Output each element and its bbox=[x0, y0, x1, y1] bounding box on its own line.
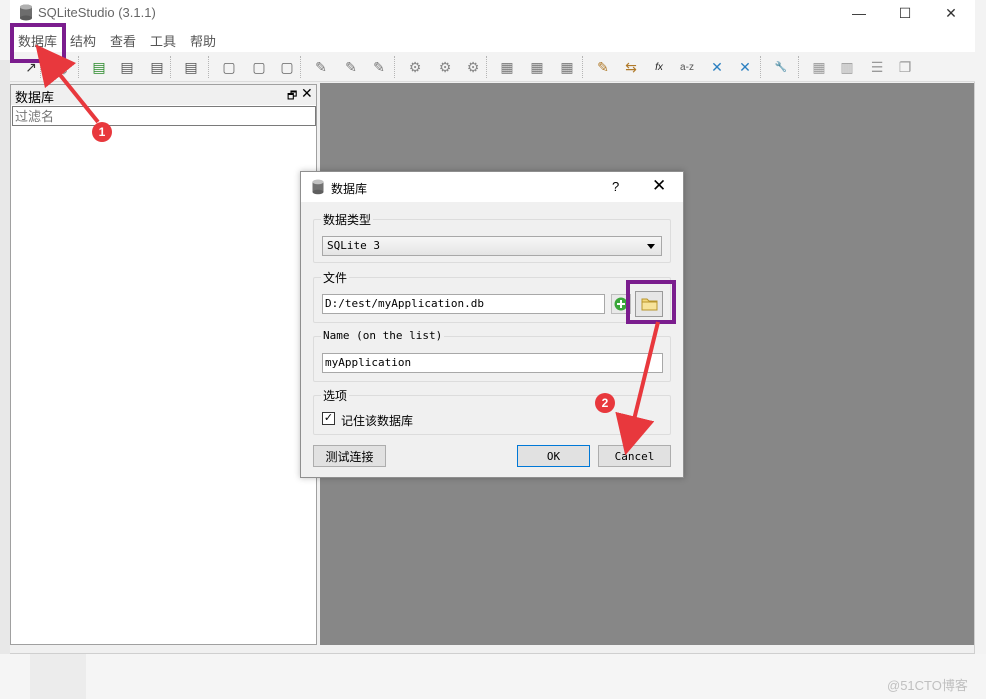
layout-tabs-icon[interactable]: ❐ bbox=[894, 56, 916, 78]
collations-icon[interactable]: a-z bbox=[676, 56, 698, 78]
delete-table-icon[interactable]: ▢ bbox=[276, 56, 298, 78]
delete-trigger-icon[interactable]: ⚙ bbox=[462, 56, 484, 78]
sql-editor-icon[interactable]: ✎ bbox=[592, 56, 614, 78]
float-dock-icon[interactable]: 🗗 bbox=[287, 87, 297, 106]
sqlitestudio-logo-icon bbox=[20, 4, 32, 21]
help-icon[interactable]: ? bbox=[612, 179, 619, 194]
toolbar-separator bbox=[170, 56, 171, 78]
filter-name-input[interactable] bbox=[12, 106, 316, 126]
new-view-icon[interactable]: ▦ bbox=[496, 56, 518, 78]
background-window-edge bbox=[0, 60, 10, 699]
main-toolbar: ↗ ⛓ ▤ ▤ ▤ ▤ ▢ ▢ ▢ ✎ ✎ ✎ ⚙ ⚙ ⚙ ▦ ▦ ▦ ✎ ⇆ fx a-z ✕ ✕ 🔧 ▦ ▥ ☰ ❐ bbox=[10, 52, 975, 82]
edit-table-icon[interactable]: ▢ bbox=[248, 56, 270, 78]
toolbar-separator bbox=[798, 56, 799, 78]
menu-tools[interactable]: 工具 bbox=[150, 31, 176, 50]
dialog-title: 数据库 bbox=[331, 182, 368, 196]
tile-icon[interactable]: ✕ bbox=[706, 56, 728, 78]
dock-header: 数据库 🗗 ✕ bbox=[11, 85, 316, 105]
remove-database-icon[interactable]: ▤ bbox=[146, 56, 168, 78]
layout-columns-icon[interactable]: ▥ bbox=[836, 56, 858, 78]
dock-title: 数据库 bbox=[15, 90, 55, 105]
options-label: 选项 bbox=[321, 387, 350, 404]
functions-icon[interactable]: fx bbox=[648, 56, 670, 78]
new-table-icon[interactable]: ▢ bbox=[218, 56, 240, 78]
chevron-down-icon bbox=[647, 244, 655, 249]
toolbar-separator bbox=[486, 56, 487, 78]
edit-trigger-icon[interactable]: ⚙ bbox=[434, 56, 456, 78]
close-icon[interactable]: ✕ bbox=[652, 176, 666, 196]
cancel-button[interactable]: Cancel bbox=[598, 445, 671, 467]
toolbar-separator bbox=[208, 56, 209, 78]
minimize-button[interactable]: — bbox=[836, 0, 882, 26]
db-type-label: 数据类型 bbox=[321, 211, 374, 228]
remember-database-checkbox[interactable]: ✓ bbox=[322, 412, 335, 425]
menu-bar: 数据库 结构 查看 工具 帮助 bbox=[10, 26, 975, 52]
new-index-icon[interactable]: ✎ bbox=[310, 56, 332, 78]
add-database-icon[interactable]: ▤ bbox=[88, 56, 110, 78]
database-type-select[interactable]: SQLite 3 bbox=[322, 236, 662, 256]
file-label: 文件 bbox=[321, 269, 350, 286]
toolbar-separator bbox=[300, 56, 301, 78]
toolbar-separator bbox=[78, 56, 79, 78]
test-connection-button[interactable]: 测试连接 bbox=[313, 445, 386, 467]
delete-index-icon[interactable]: ✎ bbox=[368, 56, 390, 78]
menu-help[interactable]: 帮助 bbox=[190, 31, 216, 50]
highlight-box-menu bbox=[10, 23, 66, 63]
step-badge-2: 2 bbox=[595, 393, 615, 413]
checkmark-icon: ✓ bbox=[323, 412, 334, 424]
remember-database-label: 记住该数据库 bbox=[341, 414, 414, 428]
layout-grid-icon[interactable]: ▦ bbox=[808, 56, 830, 78]
new-trigger-icon[interactable]: ⚙ bbox=[404, 56, 426, 78]
database-dock-panel: 数据库 🗗 ✕ bbox=[10, 84, 317, 645]
close-window-button[interactable]: ✕ bbox=[928, 0, 974, 26]
delete-view-icon[interactable]: ▦ bbox=[556, 56, 578, 78]
name-label: Name (on the list) bbox=[321, 329, 445, 342]
layout-rows-icon[interactable]: ☰ bbox=[866, 56, 888, 78]
step-badge-1: 1 bbox=[92, 122, 112, 142]
cascade-icon[interactable]: ✕ bbox=[734, 56, 756, 78]
close-dock-icon[interactable]: ✕ bbox=[301, 85, 313, 102]
desktop-bottom-strip bbox=[0, 654, 986, 699]
edit-view-icon[interactable]: ▦ bbox=[526, 56, 548, 78]
highlight-box-browse bbox=[626, 280, 676, 324]
toolbar-separator bbox=[582, 56, 583, 78]
ok-button[interactable]: OK bbox=[517, 445, 590, 467]
menu-structure[interactable]: 结构 bbox=[70, 31, 96, 50]
export-icon[interactable]: ⇆ bbox=[620, 56, 642, 78]
toolbar-separator bbox=[760, 56, 761, 78]
file-path-input[interactable]: D:/test/myApplication.db bbox=[322, 294, 605, 314]
window-title: SQLiteStudio (3.1.1) bbox=[38, 5, 156, 20]
toolbar-separator bbox=[394, 56, 395, 78]
dialog-titlebar: 数据库 ? ✕ bbox=[301, 172, 683, 202]
database-dialog: 数据库 ? ✕ 数据类型 SQLite 3 文件 D:/test/myAppli… bbox=[300, 171, 684, 478]
database-icon bbox=[312, 179, 324, 195]
window-titlebar: SQLiteStudio (3.1.1) — ☐ ✕ bbox=[10, 0, 975, 26]
database-name-input[interactable]: myApplication bbox=[322, 353, 663, 373]
edit-database-icon[interactable]: ▤ bbox=[116, 56, 138, 78]
maximize-button[interactable]: ☐ bbox=[882, 0, 928, 26]
watermark: @51CTO博客 bbox=[887, 678, 968, 693]
settings-icon[interactable]: 🔧 bbox=[770, 56, 792, 78]
edit-index-icon[interactable]: ✎ bbox=[340, 56, 362, 78]
refresh-icon[interactable]: ▤ bbox=[180, 56, 202, 78]
menu-view[interactable]: 查看 bbox=[110, 31, 136, 50]
